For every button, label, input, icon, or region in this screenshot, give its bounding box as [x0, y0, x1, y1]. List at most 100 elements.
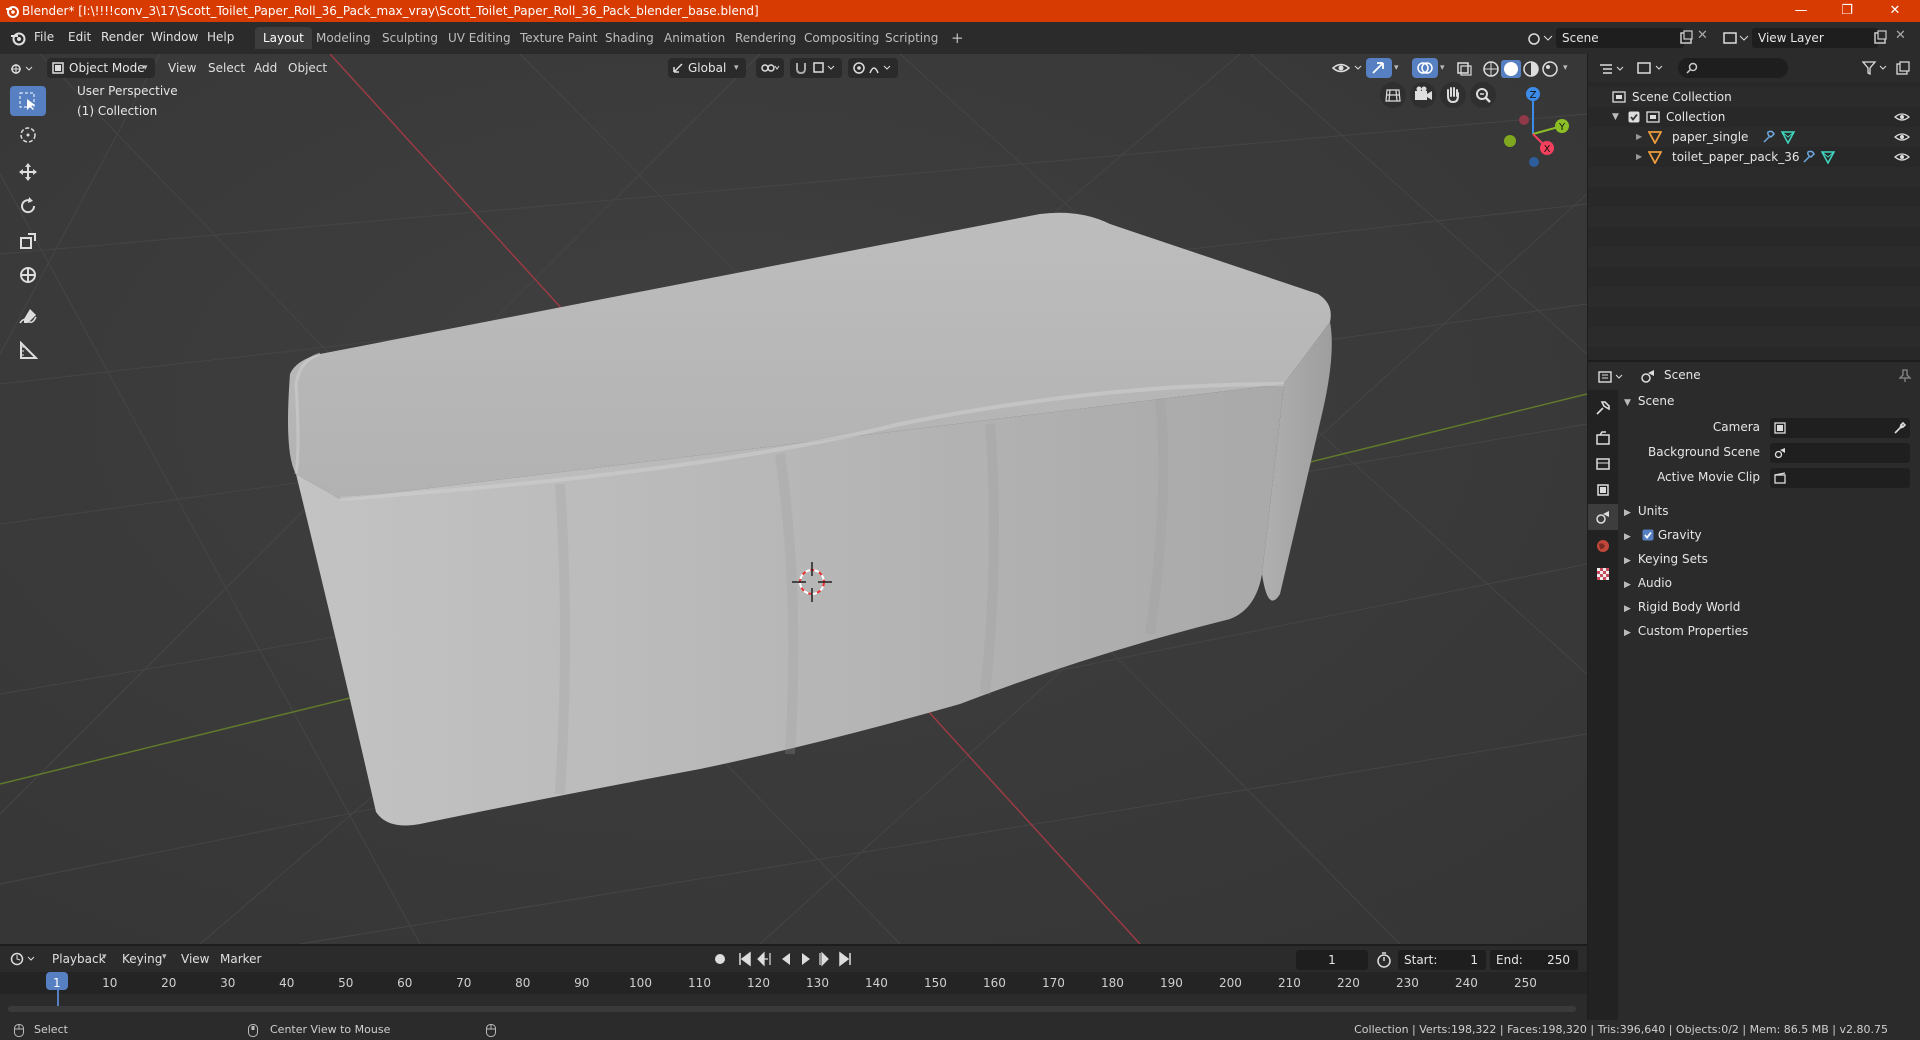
tab-shading[interactable]: Shading	[597, 27, 662, 49]
remove-view-layer-icon[interactable]: ✕	[1895, 28, 1906, 43]
stopwatch-icon[interactable]	[1376, 952, 1392, 968]
tab-modeling[interactable]: Modeling	[308, 27, 379, 49]
menu-edit[interactable]: Edit	[68, 30, 91, 44]
eye-icon[interactable]	[1894, 132, 1910, 142]
pin-icon[interactable]	[1898, 369, 1912, 383]
menu-render[interactable]: Render	[101, 30, 144, 44]
transform-orientation-dropdown[interactable]: Global ▾	[668, 58, 746, 78]
custom-properties-panel-header[interactable]: ▶ Custom Properties	[1624, 624, 1748, 638]
minimize-button[interactable]: —	[1778, 0, 1824, 22]
view-layer-name-field[interactable]: View Layer	[1752, 28, 1878, 48]
tab-sculpting[interactable]: Sculpting	[374, 27, 446, 49]
add-workspace-button[interactable]: +	[943, 27, 972, 49]
active-movie-clip-field[interactable]	[1770, 468, 1910, 488]
tool-tab-icon[interactable]	[1595, 400, 1611, 416]
tab-compositing[interactable]: Compositing	[796, 27, 887, 49]
gravity-panel-header[interactable]: ▶ Gravity	[1624, 528, 1702, 542]
timeline-scrollbar[interactable]	[8, 1006, 1576, 1012]
menu-view[interactable]: View	[168, 58, 196, 78]
annotate-tool[interactable]	[10, 302, 46, 332]
menu-file[interactable]: File	[34, 30, 54, 44]
blender-menu-icon[interactable]	[10, 30, 26, 46]
3d-viewport[interactable]: User Perspective (1) Collection Z Y X	[0, 54, 1587, 944]
navigation-gizmo[interactable]: Z Y X	[1488, 82, 1578, 182]
expand-triangle-icon[interactable]: ▶	[1636, 127, 1642, 147]
scene-panel-header[interactable]: ▼ Scene	[1624, 394, 1674, 408]
overlays-toggle[interactable]	[1412, 58, 1438, 78]
camera-field[interactable]	[1770, 418, 1910, 438]
maximize-button[interactable]: ❐	[1824, 0, 1870, 22]
menu-add[interactable]: Add	[254, 58, 277, 78]
properties-editor-type-icon[interactable]	[1598, 370, 1626, 384]
select-box-tool[interactable]	[10, 86, 46, 116]
output-tab-icon[interactable]	[1595, 456, 1611, 472]
shading-mode-buttons[interactable]	[1482, 60, 1562, 78]
chevron-down-icon[interactable]: ▾	[1563, 58, 1568, 78]
camera-view-button[interactable]	[1410, 82, 1436, 108]
tab-rendering[interactable]: Rendering	[727, 27, 804, 49]
measure-tool[interactable]	[10, 336, 46, 366]
close-window-button[interactable]: ✕	[1872, 0, 1918, 22]
expand-triangle-icon[interactable]: ▶	[1636, 147, 1642, 167]
gizmo-toggle[interactable]	[1366, 58, 1392, 78]
outliner-row-object[interactable]: ▶ toilet_paper_pack_36	[1588, 147, 1920, 167]
filter-icon[interactable]	[1862, 61, 1890, 75]
texture-tab-icon[interactable]	[1595, 566, 1611, 582]
new-view-layer-icon[interactable]	[1872, 30, 1888, 46]
chevron-down-icon[interactable]: ▾	[1440, 58, 1445, 78]
move-tool[interactable]	[10, 157, 46, 187]
outliner-editor-type-icon[interactable]	[1598, 62, 1626, 76]
rigid-body-world-panel-header[interactable]: ▶ Rigid Body World	[1624, 600, 1740, 614]
collection-checkbox-icon[interactable]	[1628, 111, 1640, 123]
render-tab-icon[interactable]	[1595, 430, 1611, 446]
scene-tab-active[interactable]	[1588, 504, 1618, 530]
collapse-triangle-icon[interactable]: ▼	[1612, 107, 1619, 127]
remove-scene-icon[interactable]: ✕	[1697, 28, 1708, 43]
xray-toggle-icon[interactable]	[1456, 62, 1472, 76]
visibility-eye-icon[interactable]	[1332, 60, 1364, 76]
pan-view-button[interactable]	[1440, 82, 1466, 108]
playback-controls[interactable]	[712, 950, 856, 968]
outliner-row-collection[interactable]: ▼ Collection	[1588, 107, 1920, 127]
view-menu[interactable]: View	[181, 952, 209, 966]
menu-object[interactable]: Object	[288, 58, 327, 78]
editor-type-icon[interactable]	[10, 62, 36, 76]
eye-icon[interactable]	[1894, 152, 1910, 162]
background-scene-field[interactable]	[1770, 443, 1910, 463]
outliner-row-object[interactable]: ▶ paper_single	[1588, 127, 1920, 147]
marker-menu[interactable]: Marker	[220, 952, 261, 966]
new-collection-icon[interactable]	[1896, 61, 1910, 75]
menu-select[interactable]: Select	[208, 58, 245, 78]
tab-texture-paint[interactable]: Texture Paint	[512, 27, 605, 49]
audio-panel-header[interactable]: ▶ Audio	[1624, 576, 1672, 590]
current-frame-field[interactable]: 1	[1296, 950, 1368, 970]
world-tab-icon[interactable]	[1595, 538, 1611, 554]
keying-menu[interactable]: Keying	[122, 952, 162, 966]
menu-window[interactable]: Window	[151, 30, 198, 44]
display-mode-icon[interactable]	[1636, 60, 1666, 76]
scale-tool[interactable]	[10, 226, 46, 256]
view-layer-tab-icon[interactable]	[1595, 482, 1611, 498]
snapping-toggle[interactable]	[790, 58, 842, 78]
rotate-tool[interactable]	[10, 191, 46, 221]
keying-sets-panel-header[interactable]: ▶ Keying Sets	[1624, 552, 1708, 566]
modifier-and-mesh-data-icons[interactable]	[1802, 150, 1836, 164]
chevron-down-icon[interactable]: ▾	[1394, 58, 1399, 78]
outliner-search-input[interactable]	[1678, 58, 1788, 78]
tab-layout[interactable]: Layout	[255, 27, 312, 49]
eye-icon[interactable]	[1894, 112, 1910, 122]
view-layer-browse-icon[interactable]	[1722, 28, 1750, 48]
gravity-checkbox[interactable]	[1642, 529, 1654, 541]
new-scene-icon[interactable]	[1678, 30, 1694, 46]
outliner-row-scene-collection[interactable]: Scene Collection	[1588, 87, 1920, 107]
units-panel-header[interactable]: ▶ Units	[1624, 504, 1669, 518]
proportional-editing-toggle[interactable]	[848, 58, 898, 78]
transform-tool[interactable]	[10, 260, 46, 290]
timeline-editor-type-icon[interactable]	[10, 952, 38, 966]
tab-animation[interactable]: Animation	[656, 27, 733, 49]
tab-scripting[interactable]: Scripting	[877, 27, 946, 49]
playback-menu[interactable]: Playback	[52, 952, 106, 966]
menu-help[interactable]: Help	[207, 30, 234, 44]
cursor-tool[interactable]	[10, 120, 46, 150]
pivot-point-dropdown[interactable]	[756, 58, 784, 78]
